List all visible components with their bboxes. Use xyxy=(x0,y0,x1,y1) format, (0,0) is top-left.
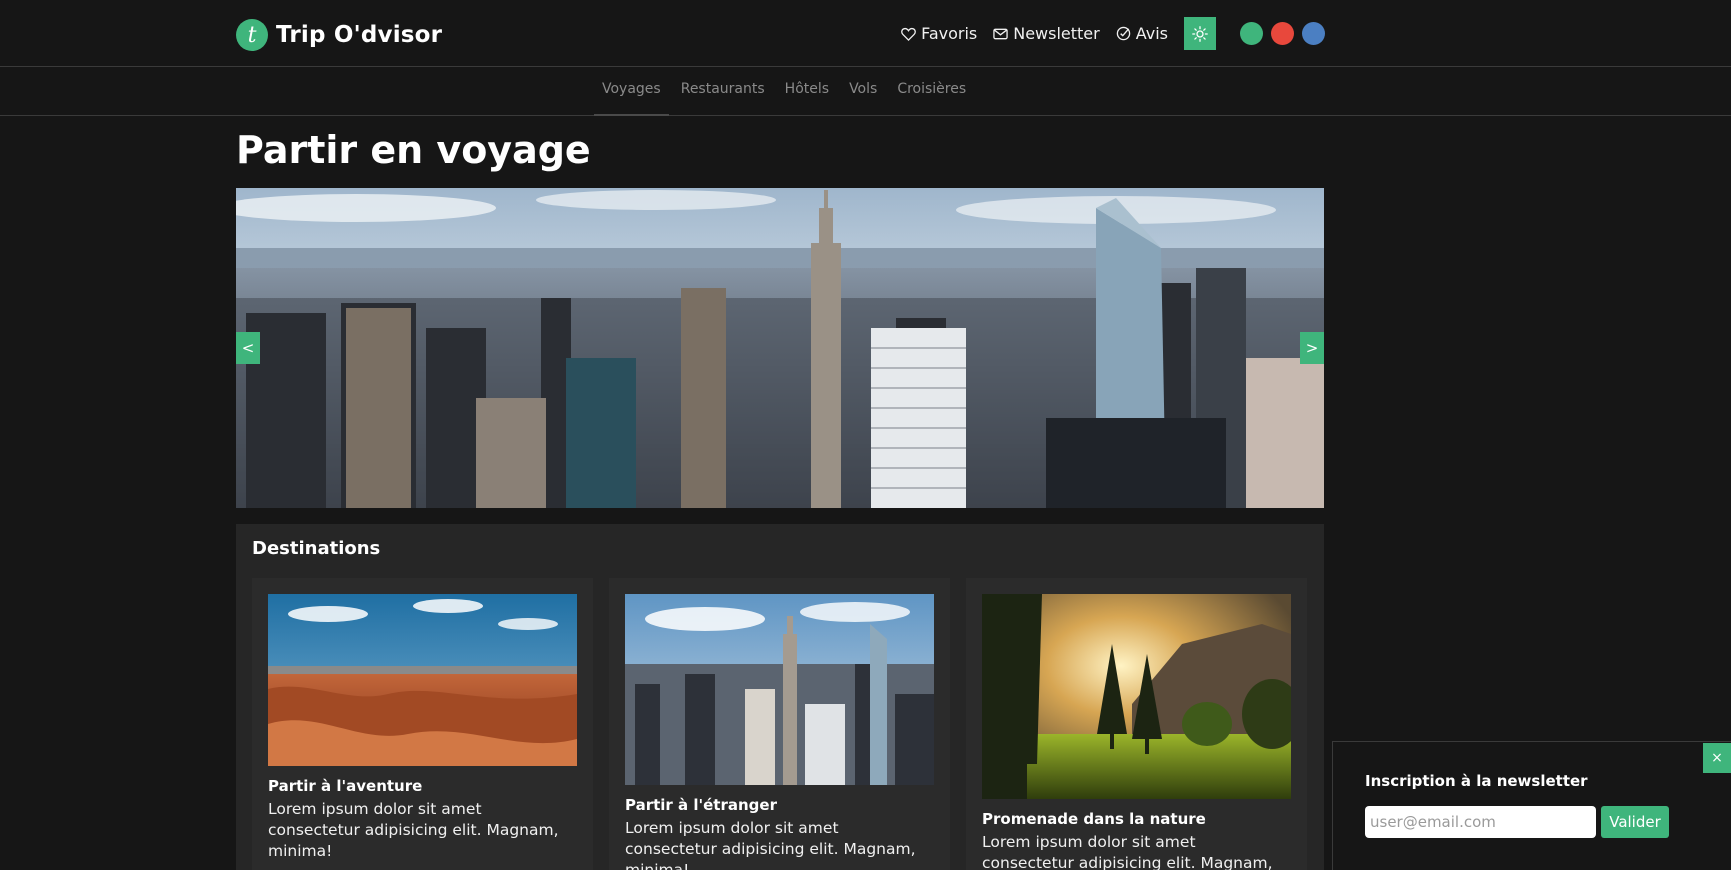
hero-carousel: < > xyxy=(236,188,1324,508)
destination-card-nature[interactable]: Promenade dans la nature Lorem ipsum dol… xyxy=(966,578,1307,870)
forest-image xyxy=(982,594,1291,799)
top-nav: Favoris Newsletter Avis xyxy=(901,17,1325,50)
destination-card-adventure[interactable]: Partir à l'aventure Lorem ipsum dolor si… xyxy=(252,578,593,870)
city-image xyxy=(625,594,934,785)
tab-voyages[interactable]: Voyages xyxy=(594,67,669,116)
card-title: Partir à l'aventure xyxy=(268,777,423,795)
newsletter-popup: Inscription à la newsletter Valider xyxy=(1332,741,1731,870)
carousel-prev-button[interactable]: < xyxy=(236,332,260,364)
logo-icon: t xyxy=(236,19,268,51)
heart-icon xyxy=(901,27,916,41)
canyon-image xyxy=(268,594,577,766)
card-text: Lorem ipsum dolor sit amet consectetur a… xyxy=(625,819,916,870)
brand-name: Trip O'dvisor xyxy=(276,22,443,48)
theme-color-red[interactable] xyxy=(1271,22,1294,45)
favorites-label: Favoris xyxy=(921,24,978,43)
card-title: Promenade dans la nature xyxy=(982,810,1206,828)
envelope-icon xyxy=(993,28,1008,39)
reviews-label: Avis xyxy=(1135,24,1168,43)
page-title: Partir en voyage xyxy=(236,128,591,172)
tab-restaurants[interactable]: Restaurants xyxy=(673,67,773,116)
theme-toggle-button[interactable] xyxy=(1184,17,1216,50)
card-text: Lorem ipsum dolor sit amet consectetur a… xyxy=(982,833,1273,870)
section-title: Destinations xyxy=(252,538,381,559)
theme-color-green[interactable] xyxy=(1240,22,1263,45)
reviews-link[interactable]: Avis xyxy=(1116,24,1168,43)
tab-hotels[interactable]: Hôtels xyxy=(777,67,837,116)
newsletter-close-button[interactable]: × xyxy=(1703,743,1731,773)
category-nav: Voyages Restaurants Hôtels Vols Croisièr… xyxy=(0,67,1731,116)
tab-vols[interactable]: Vols xyxy=(841,67,885,116)
card-text: Lorem ipsum dolor sit amet consectetur a… xyxy=(268,800,559,860)
sun-icon xyxy=(1192,25,1208,42)
newsletter-link[interactable]: Newsletter xyxy=(993,24,1100,43)
carousel-next-button[interactable]: > xyxy=(1300,332,1324,364)
destination-card-abroad[interactable]: Partir à l'étranger Lorem ipsum dolor si… xyxy=(609,578,950,870)
city-skyline-image xyxy=(236,188,1324,508)
theme-color-blue[interactable] xyxy=(1302,22,1325,45)
newsletter-title: Inscription à la newsletter xyxy=(1365,772,1588,790)
header: t Trip O'dvisor Favoris Newsletter Avis xyxy=(0,0,1731,67)
favorites-link[interactable]: Favoris xyxy=(901,24,977,43)
check-circle-icon xyxy=(1116,26,1130,41)
newsletter-label: Newsletter xyxy=(1013,24,1100,43)
destinations-section: Destinations Partir à l'aventure Lorem i… xyxy=(236,524,1324,870)
newsletter-email-input[interactable] xyxy=(1365,806,1596,838)
card-title: Partir à l'étranger xyxy=(625,796,777,814)
newsletter-submit-button[interactable]: Valider xyxy=(1601,806,1669,838)
tab-croisieres[interactable]: Croisières xyxy=(889,67,974,116)
brand-logo[interactable]: t Trip O'dvisor xyxy=(236,19,442,51)
